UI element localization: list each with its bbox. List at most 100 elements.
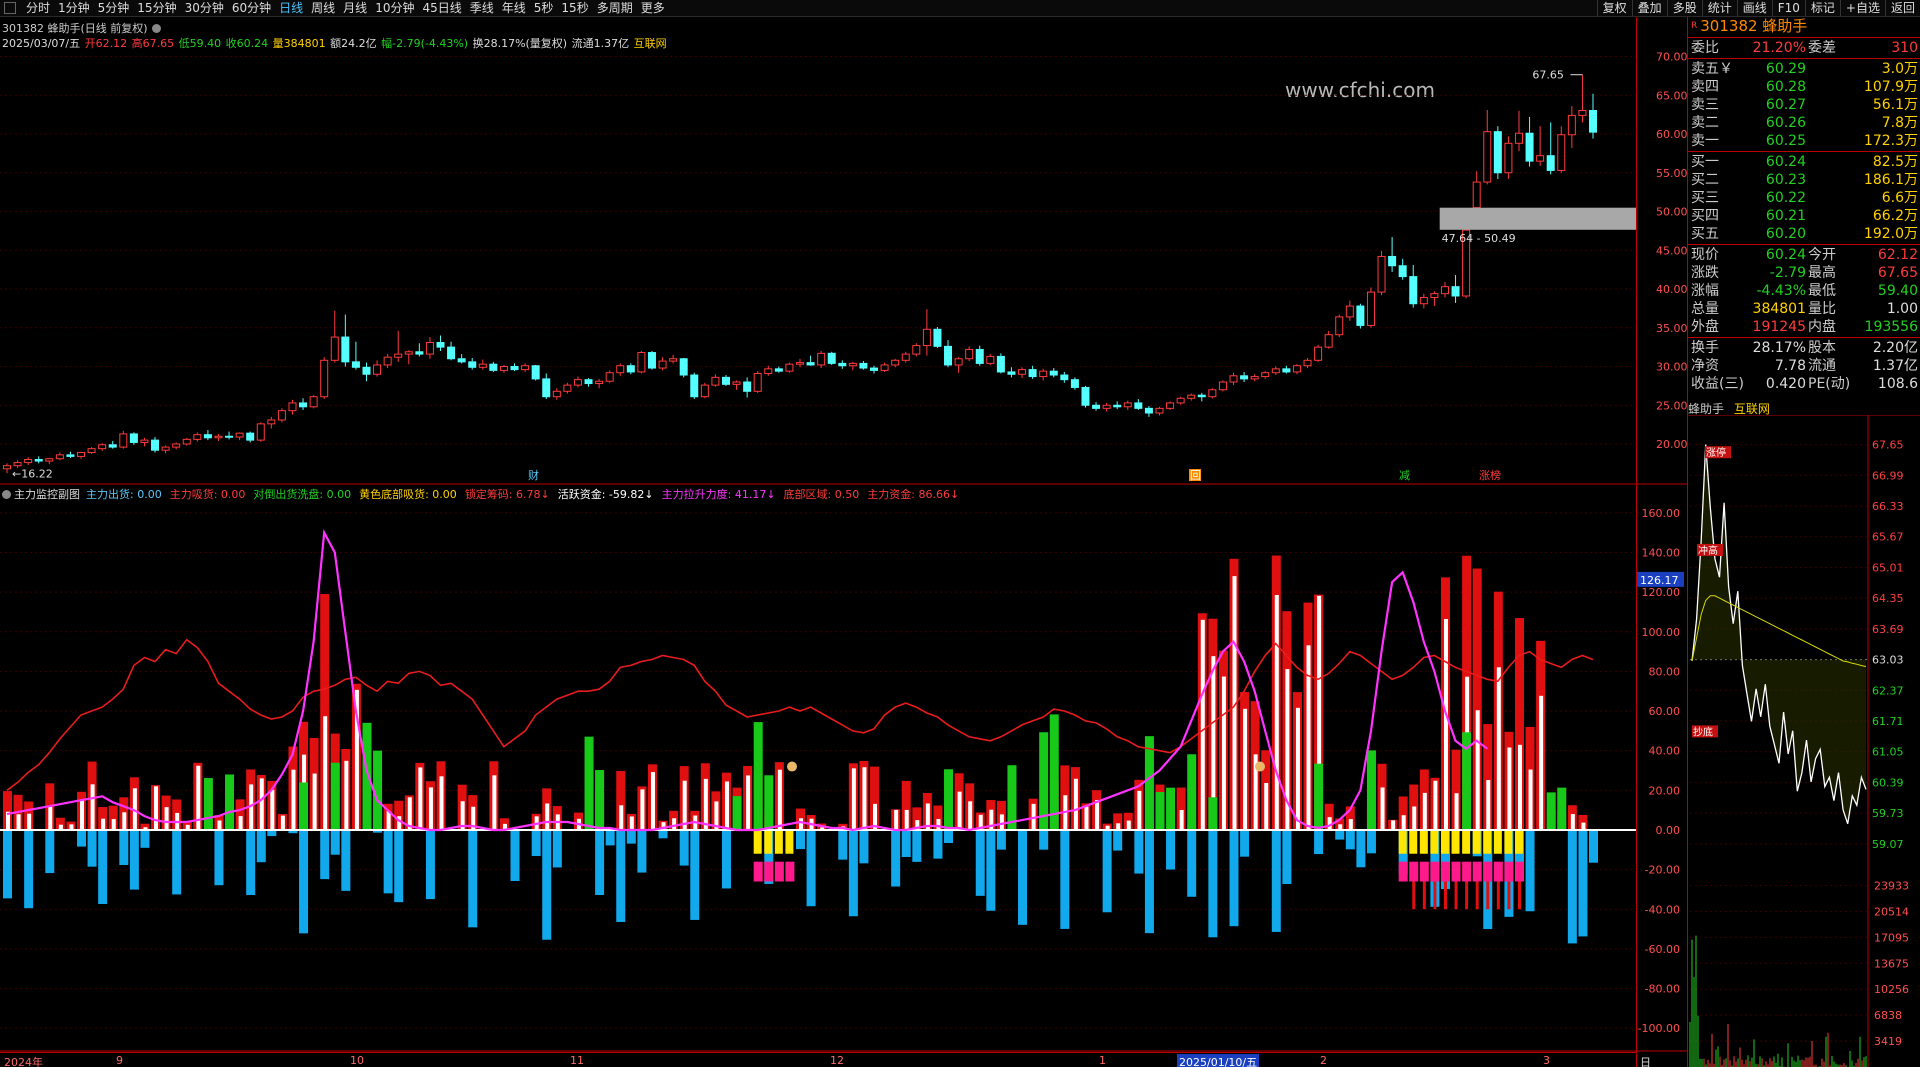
outflow-bar — [87, 829, 97, 867]
buy-row[interactable]: 买四 60.21 66.2万 — [1688, 207, 1920, 225]
quote-value: 107.9万 — [1863, 79, 1918, 95]
sell-row[interactable]: 卖二 60.26 7.8万 — [1688, 114, 1920, 132]
active-fund-bar — [312, 773, 317, 830]
outflow-bar — [637, 829, 647, 873]
intraday-chart[interactable]: 67.65 66.99 66.33 65.67 65.01 64.35 63.69 63.03… — [1687, 415, 1920, 1067]
stat-row[interactable]: 净资 7.78 流通 1.37亿 — [1688, 357, 1920, 375]
bottom-absorb-bar — [1483, 829, 1492, 854]
bottom-absorb-bar — [1493, 829, 1502, 854]
period-tab[interactable]: 30分钟 — [181, 0, 228, 16]
active-fund-bar — [640, 789, 645, 830]
outflow-bar — [1567, 829, 1577, 944]
period-tab[interactable]: 多周期 — [593, 0, 637, 16]
stat-row[interactable]: 现价 60.24 今开 62.12 — [1688, 246, 1920, 264]
sell-row[interactable]: 卖五￥ 60.29 3.0万 — [1688, 60, 1920, 78]
tick-industry-link[interactable]: 互联网 — [1734, 402, 1770, 416]
candlestick-chart[interactable]: 20.00 25.00 30.00 35.00 40.00 45.00 50.00 55.00… — [0, 17, 1687, 485]
toolbar-button[interactable]: 返回 — [1884, 0, 1920, 16]
period-tab[interactable]: 10分钟 — [371, 0, 418, 16]
wash-bar — [225, 774, 235, 830]
toolbar-button[interactable]: 统计 — [1701, 0, 1737, 16]
period-tab[interactable]: 日线 — [275, 0, 307, 16]
sell-row[interactable]: 卖四 60.28 107.9万 — [1688, 78, 1920, 96]
candle-body — [1536, 155, 1545, 162]
candle-body — [55, 454, 64, 460]
y-tick-label: 35.00 — [1656, 322, 1687, 335]
outflow-bar — [98, 829, 108, 905]
buy-row[interactable]: 买三 60.22 6.6万 — [1688, 189, 1920, 207]
lock-chip-stem — [1475, 881, 1479, 910]
lock-chip-stem — [1465, 881, 1469, 910]
period-tab[interactable]: 15分钟 — [133, 0, 180, 16]
toolbar-button[interactable]: 标记 — [1804, 0, 1840, 16]
toolbar-button[interactable]: 画线 — [1736, 0, 1772, 16]
active-fund-bar — [291, 769, 296, 830]
period-tab[interactable]: 更多 — [637, 0, 669, 16]
stat-row[interactable]: 涨幅 -4.43% 最低 59.40 — [1688, 282, 1920, 300]
date-label: 2 — [1320, 1054, 1327, 1067]
signal-label: 涨停 — [1706, 446, 1726, 459]
buy-row[interactable]: 买五 60.20 192.0万 — [1688, 225, 1920, 243]
quote-label: 净资 — [1691, 358, 1719, 374]
sell-row[interactable]: 卖三 60.27 56.1万 — [1688, 96, 1920, 114]
indicator-chart[interactable]: -100.00 -80.00 -60.00 -40.00 -20.00 0.00 20.00… — [0, 485, 1687, 1052]
quote-price: 60.21 — [1765, 208, 1806, 224]
period-tab[interactable]: 15秒 — [557, 0, 592, 16]
active-fund-bar — [799, 818, 803, 830]
quote-label: 买二 — [1691, 172, 1719, 188]
stat-row[interactable]: 收益(三) 0.420 PE(动) 108.6 — [1688, 375, 1920, 393]
candle-body — [743, 381, 752, 392]
candle-body — [1578, 110, 1587, 116]
candle-body — [1589, 110, 1597, 133]
active-fund-bar — [968, 801, 973, 830]
period-tab[interactable]: 5秒 — [530, 0, 558, 16]
candle-body — [669, 358, 678, 362]
outflow-bar — [299, 829, 309, 934]
active-fund-bar — [703, 778, 708, 830]
active-fund-bar — [1486, 780, 1491, 830]
toolbar-button[interactable]: 复权 — [1596, 0, 1632, 16]
lock-chip-bar — [764, 861, 774, 882]
period-tab[interactable]: 周线 — [307, 0, 339, 16]
period-tab[interactable]: 分时 — [22, 0, 54, 16]
candle-body — [425, 341, 434, 355]
toolbar-button[interactable]: 叠加 — [1631, 0, 1667, 16]
period-tab[interactable]: 年线 — [498, 0, 530, 16]
period-tab[interactable]: 45日线 — [418, 0, 465, 16]
toolbar-button[interactable]: +自选 — [1839, 0, 1885, 16]
quote-row[interactable]: 委比 21.20% 委差 310 — [1688, 39, 1920, 57]
stat-row[interactable]: 涨跌 -2.79 最高 67.65 — [1688, 264, 1920, 282]
stat-row[interactable]: 总量 384801 量比 1.00 — [1688, 300, 1920, 318]
period-tab[interactable]: 月线 — [339, 0, 371, 16]
candle-body — [1049, 370, 1058, 376]
volume-tick-label: 10256 — [1874, 983, 1909, 996]
period-tab[interactable]: 1分钟 — [54, 0, 94, 16]
sell-queue: 卖五￥ 60.29 3.0万 卖四 60.28 107.9万 卖三 60.27 56.1万 卖二 6… — [1688, 60, 1920, 150]
stat-row[interactable]: 换手 28.17% 股本 2.20亿 — [1688, 339, 1920, 357]
volume-tick-label: 13675 — [1874, 957, 1909, 970]
menu-icon[interactable] — [4, 2, 16, 14]
wash-bar — [1187, 754, 1197, 830]
stat-row[interactable]: 外盘 191245 内盘 193556 — [1688, 318, 1920, 336]
lock-chip-bar — [785, 861, 795, 882]
y-tick-label: 40.00 — [1649, 745, 1681, 758]
toolbar-button[interactable]: F10 — [1771, 0, 1805, 16]
sell-row[interactable]: 卖一 60.25 172.3万 — [1688, 132, 1920, 150]
active-fund-bar — [1380, 787, 1385, 830]
active-fund-bar — [101, 818, 106, 830]
active-fund-bar — [90, 784, 95, 830]
outflow-bar — [1060, 829, 1070, 929]
candle-body — [1102, 404, 1111, 409]
period-tab[interactable]: 季线 — [466, 0, 498, 16]
period-label[interactable]: 日线 — [1640, 1054, 1651, 1067]
period-tab[interactable]: 60分钟 — [228, 0, 275, 16]
toolbar-button[interactable]: 多股 — [1666, 0, 1702, 16]
candle-body — [870, 367, 879, 371]
active-fund-bar — [1126, 820, 1131, 830]
buy-row[interactable]: 买一 60.24 82.5万 — [1688, 153, 1920, 171]
candle-body — [1514, 132, 1523, 144]
outflow-bar — [605, 829, 615, 846]
volume-tick-label: 20514 — [1874, 905, 1909, 918]
period-tab[interactable]: 5分钟 — [94, 0, 134, 16]
buy-row[interactable]: 买二 60.23 186.1万 — [1688, 171, 1920, 189]
